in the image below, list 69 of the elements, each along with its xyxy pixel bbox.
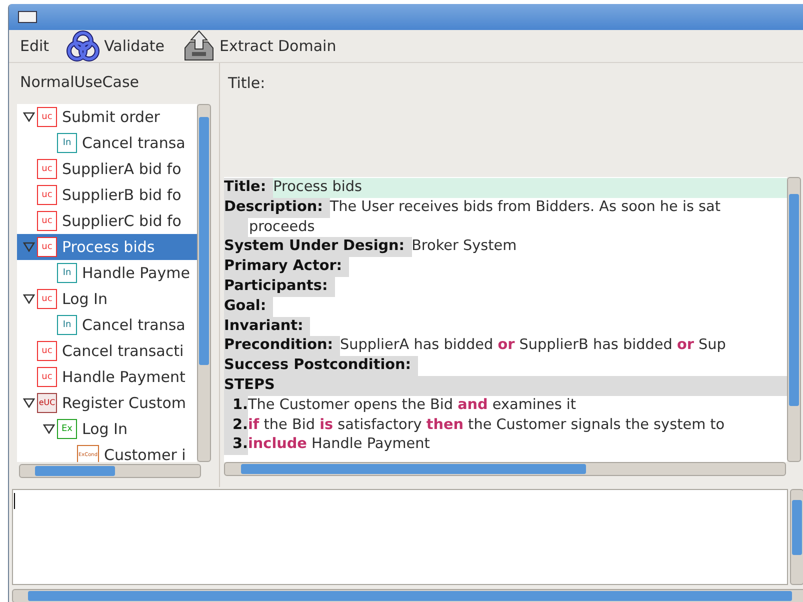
toolbar-button[interactable]: Extract Domain bbox=[174, 30, 344, 62]
tree-item[interactable]: uc SupplierA bid fo bbox=[17, 156, 197, 182]
knot-icon bbox=[66, 30, 100, 62]
type-badge: uc bbox=[37, 211, 57, 231]
window-icon bbox=[18, 11, 37, 23]
section-heading: STEPS bbox=[224, 376, 787, 396]
type-badge: uc bbox=[37, 289, 57, 309]
type-badge: uc bbox=[37, 107, 57, 127]
tray-upload-icon bbox=[182, 30, 216, 62]
document-view[interactable] bbox=[224, 177, 787, 462]
tree-item[interactable]: uc SupplierC bid fo bbox=[17, 208, 197, 234]
field-label: Title: bbox=[224, 178, 274, 198]
field-label: Participants: bbox=[224, 276, 335, 297]
step-number: 1. bbox=[224, 396, 248, 416]
type-badge: eUC bbox=[37, 393, 57, 413]
tree-item[interactable]: uc Handle Payment bbox=[17, 364, 197, 390]
step-number: 3. bbox=[224, 435, 248, 456]
panel-label: NormalUseCase bbox=[19, 72, 140, 93]
field-value: The User receives bids from Bidders. As soon he is sat bbox=[330, 198, 720, 217]
text-cursor bbox=[14, 493, 15, 509]
toolbar-button[interactable]: Validate bbox=[59, 30, 173, 62]
tree-item[interactable]: uc Submit order bbox=[17, 104, 197, 130]
horizontal-scrollbar[interactable] bbox=[12, 589, 803, 602]
vertical-scrollbar[interactable] bbox=[787, 177, 801, 462]
field-label: Description: bbox=[224, 198, 330, 218]
tree-item[interactable]: In Cancel transa bbox=[17, 130, 197, 156]
tree-view[interactable] bbox=[17, 104, 197, 462]
field-label: Primary Actor: bbox=[224, 257, 350, 277]
type-badge: uc bbox=[37, 185, 57, 205]
step-text: include Handle Payment bbox=[248, 435, 430, 454]
tree-item[interactable]: In Handle Payme bbox=[17, 260, 197, 286]
tree-item[interactable]: uc Process bids bbox=[17, 234, 197, 260]
horizontal-scrollbar[interactable] bbox=[19, 464, 201, 478]
type-badge: Ex bbox=[57, 419, 77, 439]
expander-icon[interactable] bbox=[23, 294, 35, 304]
field-value: Broker System bbox=[412, 237, 517, 256]
toolbar-button[interactable]: Edit bbox=[13, 30, 58, 62]
field-value: SupplierA has bidded or SupplierB has bidded or Sup bbox=[340, 336, 726, 356]
expander-icon[interactable] bbox=[23, 398, 35, 408]
step-text: The Customer opens the Bid and examines it bbox=[248, 396, 576, 415]
tree-item[interactable]: eUC Register Custom bbox=[17, 390, 197, 416]
expander-icon[interactable] bbox=[23, 112, 35, 122]
type-badge: In bbox=[57, 315, 77, 335]
tree-item[interactable]: Ex Log In bbox=[17, 416, 197, 442]
tree-item[interactable]: uc Cancel transacti bbox=[17, 338, 197, 364]
field-value: proceeds bbox=[248, 218, 315, 237]
tree-item[interactable]: In Cancel transa bbox=[17, 312, 197, 338]
tree-item[interactable]: uc Log In bbox=[17, 286, 197, 312]
type-badge: uc bbox=[37, 367, 57, 387]
field-label: System Under Design: bbox=[224, 237, 412, 258]
horizontal-scrollbar[interactable] bbox=[224, 462, 786, 476]
type-badge: In bbox=[57, 133, 77, 153]
field-label: Invariant: bbox=[224, 316, 310, 336]
field-label: Goal: bbox=[224, 296, 274, 317]
field-value: Process bids bbox=[273, 178, 362, 197]
type-badge: uc bbox=[37, 237, 57, 257]
text-area[interactable] bbox=[12, 489, 788, 585]
expander-icon[interactable] bbox=[43, 424, 55, 434]
title-label: Title: bbox=[227, 73, 266, 94]
field-label: Success Postcondition: bbox=[224, 356, 418, 376]
type-badge: uc bbox=[37, 341, 57, 361]
step-text: if the Bid is satisfactory then the Customer signals the system to bbox=[248, 416, 725, 435]
tree-item[interactable]: uc SupplierB bid fo bbox=[17, 182, 197, 208]
step-number: 2. bbox=[224, 416, 248, 436]
field-label: Precondition: bbox=[224, 336, 340, 356]
vertical-scrollbar[interactable] bbox=[790, 489, 803, 585]
type-badge: In bbox=[57, 263, 77, 283]
type-badge: uc bbox=[37, 159, 57, 179]
vertical-scrollbar[interactable] bbox=[197, 104, 211, 462]
